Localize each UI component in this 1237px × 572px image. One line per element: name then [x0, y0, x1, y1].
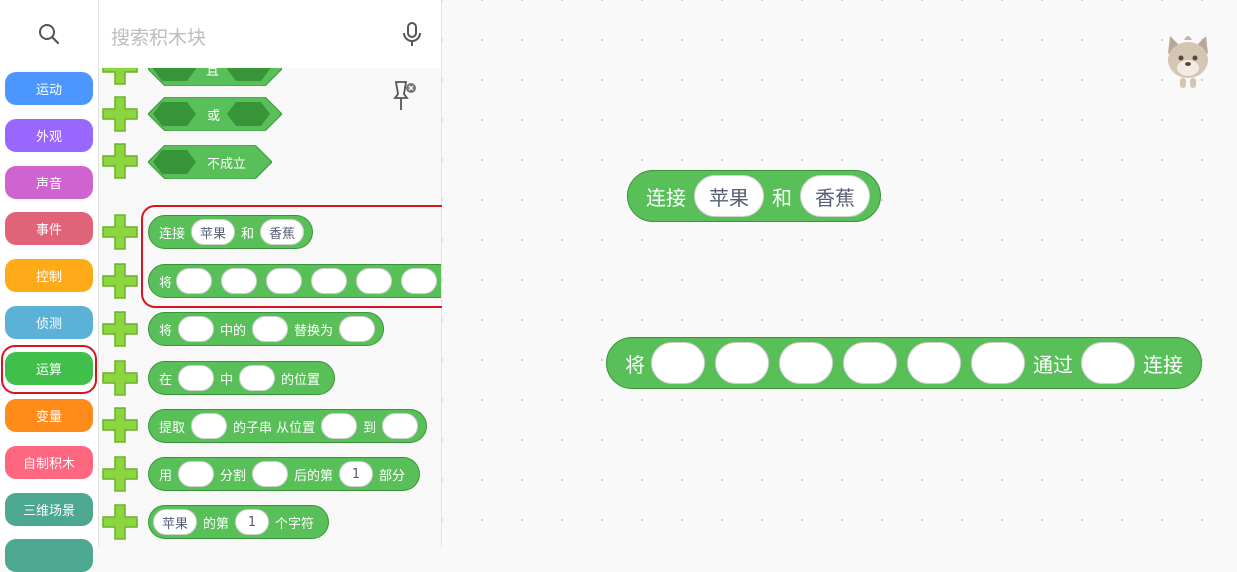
unpin-icon[interactable] — [392, 78, 418, 114]
add-block-icon[interactable] — [101, 213, 139, 251]
search-icon-button[interactable] — [0, 0, 98, 68]
add-block-icon[interactable] — [101, 359, 139, 397]
category-sensing[interactable]: 侦测 — [5, 306, 93, 339]
split-input-sep[interactable] — [252, 461, 289, 487]
substring-input-from[interactable] — [321, 413, 358, 439]
canvas-join-via-separator-input[interactable] — [1081, 342, 1135, 384]
canvas-join-via-input-1[interactable] — [651, 342, 705, 384]
replace-input-text[interactable] — [178, 316, 215, 342]
add-block-icon[interactable] — [101, 455, 139, 493]
category-menu: 运动 外观 声音 事件 控制 侦测 运算 变量 自制积木 三维场景 — [0, 0, 99, 572]
canvas-join-via-input-6[interactable] — [971, 342, 1025, 384]
script-canvas[interactable]: 连接 苹果 和 香蕉 将 通过 连接 — [442, 0, 1237, 547]
category-3d-scene[interactable]: 三维场景 — [5, 493, 93, 526]
block-not[interactable]: 不成立 — [148, 145, 272, 179]
replace-in-label: 中的 — [220, 323, 247, 339]
canvas-join-via-label: 将 — [625, 352, 645, 377]
replace-label: 将 — [159, 323, 173, 339]
position-input-find[interactable] — [239, 365, 276, 391]
add-block-icon[interactable] — [101, 142, 139, 180]
position-end-label: 的位置 — [281, 372, 321, 388]
category-my-blocks[interactable]: 自制积木 — [5, 446, 93, 479]
block-letter-of[interactable]: 苹果 的第 1 个字符 — [148, 505, 330, 539]
microphone-icon[interactable] — [401, 22, 423, 48]
search-icon — [39, 24, 60, 45]
canvas-join-input-b[interactable]: 香蕉 — [800, 175, 870, 217]
add-block-icon[interactable] — [101, 95, 139, 133]
position-input-text[interactable] — [178, 365, 215, 391]
substring-input-text[interactable] — [191, 413, 228, 439]
canvas-block-join[interactable]: 连接 苹果 和 香蕉 — [627, 170, 881, 222]
not-label: 不成立 — [207, 157, 247, 172]
canvas-join-via-input-5[interactable] — [907, 342, 961, 384]
canvas-join-label: 连接 — [646, 185, 686, 210]
add-block-icon[interactable] — [101, 503, 139, 541]
category-events[interactable]: 事件 — [5, 212, 93, 245]
category-next[interactable] — [5, 539, 93, 572]
block-replace[interactable]: 将 中的 替换为 — [148, 312, 385, 346]
split-by-label: 分割 — [220, 468, 247, 484]
or-label: 或 — [207, 109, 221, 124]
block-position[interactable]: 在 中 的位置 — [148, 361, 336, 395]
letter-of-input-index[interactable]: 1 — [235, 509, 270, 535]
letter-of-input-text[interactable]: 苹果 — [153, 509, 198, 535]
block-or[interactable]: 或 — [148, 97, 282, 131]
letter-of-nth-label: 的第 — [203, 516, 230, 532]
substring-to-label: 到 — [363, 420, 377, 436]
category-motion[interactable]: 运动 — [5, 72, 93, 105]
letter-of-end-label: 个字符 — [275, 516, 315, 532]
position-in-label: 中 — [220, 372, 234, 388]
replace-with-label: 替换为 — [294, 323, 334, 339]
category-sound[interactable]: 声音 — [5, 166, 93, 199]
add-block-icon[interactable] — [101, 406, 139, 444]
canvas-block-join-via[interactable]: 将 通过 连接 — [606, 337, 1202, 389]
category-variables[interactable]: 变量 — [5, 399, 93, 432]
category-looks[interactable]: 外观 — [5, 119, 93, 152]
split-nth-label: 后的第 — [294, 468, 334, 484]
block-substring[interactable]: 提取 的子串 从位置 到 — [148, 409, 428, 443]
category-control[interactable]: 控制 — [5, 259, 93, 292]
split-input-text[interactable] — [178, 461, 215, 487]
add-block-icon[interactable] — [101, 262, 139, 300]
replace-input-with[interactable] — [339, 316, 376, 342]
canvas-join-and-label: 和 — [772, 185, 792, 210]
canvas-join-via-end-label: 连接 — [1143, 352, 1183, 377]
canvas-join-via-via-label: 通过 — [1033, 352, 1073, 377]
split-input-index[interactable]: 1 — [339, 461, 374, 487]
canvas-join-via-input-2[interactable] — [715, 342, 769, 384]
split-label: 用 — [159, 468, 173, 484]
canvas-join-input-a[interactable]: 苹果 — [694, 175, 764, 217]
substring-label: 提取 — [159, 420, 186, 436]
search-input[interactable]: 搜索积木块 — [111, 23, 206, 50]
replace-input-find[interactable] — [252, 316, 289, 342]
split-end-label: 部分 — [379, 468, 406, 484]
block-split[interactable]: 用 分割 后的第 1 部分 — [148, 457, 421, 491]
dog-sprite-icon[interactable] — [1160, 28, 1216, 92]
substring-from-label: 的子串 从位置 — [233, 420, 316, 436]
canvas-join-via-input-3[interactable] — [779, 342, 833, 384]
selected-category-highlight — [1, 345, 97, 394]
block-search-bar[interactable]: 搜索积木块 — [99, 0, 441, 68]
canvas-join-via-input-4[interactable] — [843, 342, 897, 384]
substring-input-to[interactable] — [382, 413, 419, 439]
add-block-icon[interactable] — [101, 310, 139, 348]
position-label: 在 — [159, 372, 173, 388]
